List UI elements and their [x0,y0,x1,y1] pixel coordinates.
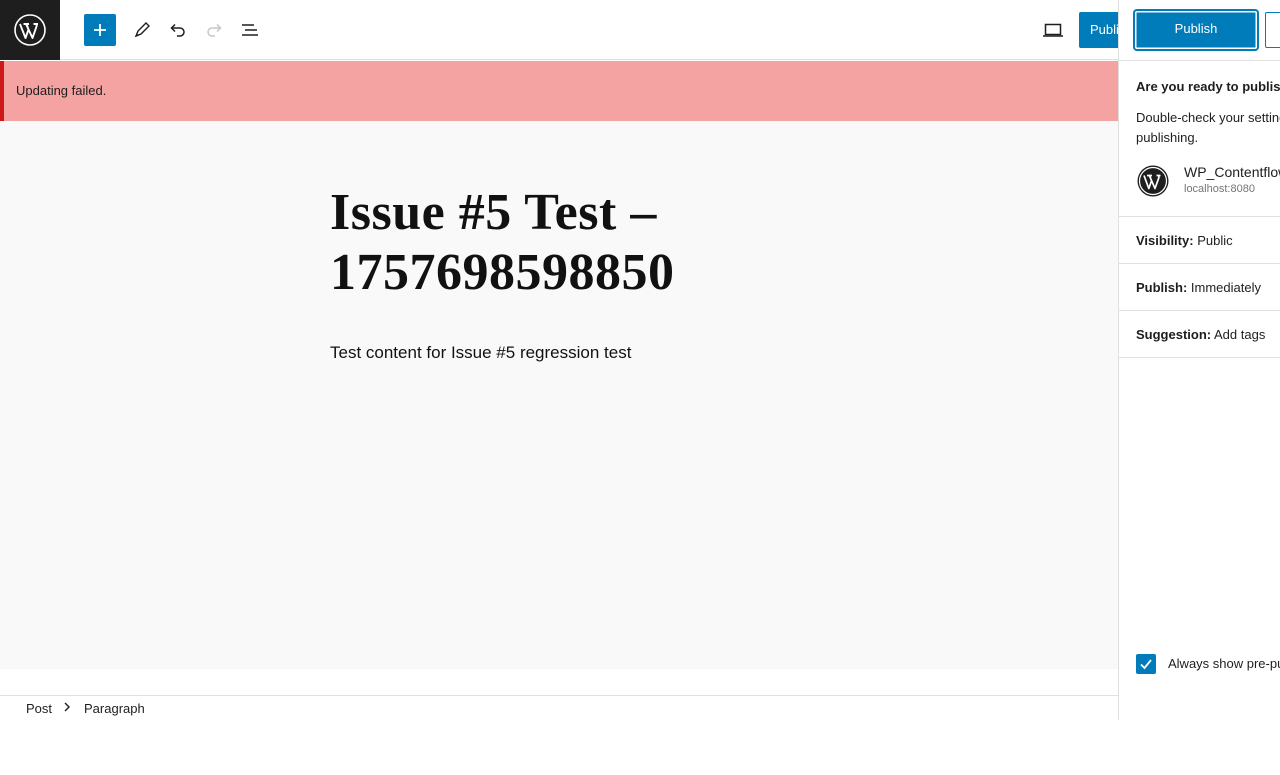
undo-button[interactable] [160,12,196,48]
suggestion-row[interactable]: Suggestion: Add tags [1119,310,1280,358]
prepublish-heading: Are you ready to publish? [1136,79,1280,94]
always-show-checkbox[interactable] [1136,654,1156,674]
confirm-publish-button[interactable]: Publish [1135,11,1257,49]
editor-canvas[interactable]: Issue #5 Test – 1757698598850 Test conte… [0,121,1118,669]
always-show-label: Always show pre-publish checks. [1168,656,1280,671]
editor-header: Publish [0,0,1280,60]
pencil-icon [134,22,150,38]
publish-date-row[interactable]: Publish: Immediately [1119,263,1280,310]
site-name: WP_Contentflow [1184,164,1280,180]
list-view-icon [242,24,258,36]
cancel-button[interactable] [1265,12,1280,48]
redo-button[interactable] [196,12,232,48]
wordpress-logo-button[interactable] [0,0,60,60]
suggestion-value[interactable]: Add tags [1214,327,1265,342]
error-notice: Updating failed. [0,61,1118,121]
prepublish-header: Publish [1119,0,1280,61]
paragraph-block[interactable]: Test content for Issue #5 regression tes… [330,343,631,363]
notice-message: Updating failed. [16,83,107,98]
publish-date-value[interactable]: Immediately [1191,280,1261,295]
prepublish-description: Double-check your settings before publis… [1136,110,1280,145]
checkmark-icon [1140,659,1152,670]
block-inserter-button[interactable] [84,14,116,46]
plus-icon [94,24,106,36]
visibility-label: Visibility: [1136,233,1194,248]
chevron-right-icon [63,701,71,716]
suggestion-label: Suggestion: [1136,327,1212,342]
prepublish-panel: Publish Are you ready to publish? Double… [1118,0,1280,720]
undo-icon [170,23,185,37]
breadcrumb-paragraph[interactable]: Paragraph [84,701,145,716]
preview-button[interactable] [1035,12,1071,48]
laptop-icon [1043,23,1063,37]
visibility-value[interactable]: Public [1197,233,1232,248]
document-overview-button[interactable] [232,12,268,48]
visibility-row[interactable]: Visibility: Public [1119,216,1280,263]
site-url: localhost:8080 [1184,183,1255,195]
tools-button[interactable] [124,12,160,48]
breadcrumb: Post Paragraph [0,695,1118,721]
post-title[interactable]: Issue #5 Test – 1757698598850 [330,183,750,303]
publish-date-label: Publish: [1136,280,1188,295]
site-icon [1137,165,1169,197]
block-editor: Publish Updating failed. Issue #5 Test –… [0,0,1280,775]
redo-icon [207,23,222,37]
breadcrumb-post[interactable]: Post [26,701,52,716]
wordpress-icon [14,14,46,46]
